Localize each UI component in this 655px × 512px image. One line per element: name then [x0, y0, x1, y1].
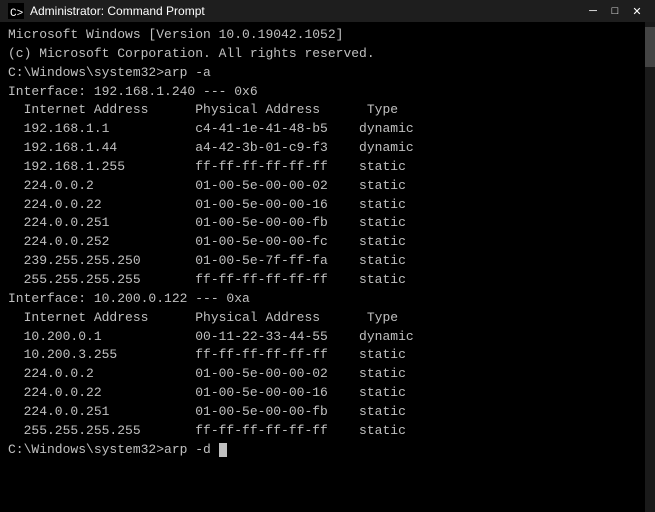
window-title: Administrator: Command Prompt: [30, 4, 205, 18]
console-line: Internet Address Physical Address Type: [8, 101, 647, 120]
console-line: 224.0.0.22 01-00-5e-00-00-16 static: [8, 196, 647, 215]
console-line: 224.0.0.2 01-00-5e-00-00-02 static: [8, 177, 647, 196]
cmd-icon: C>: [8, 3, 24, 19]
minimize-button[interactable]: ─: [583, 2, 603, 20]
console-line: Interface: 10.200.0.122 --- 0xa: [8, 290, 647, 309]
console-line: 192.168.1.1 c4-41-1e-41-48-b5 dynamic: [8, 120, 647, 139]
console-line: 10.200.0.1 00-11-22-33-44-55 dynamic: [8, 328, 647, 347]
close-button[interactable]: ✕: [627, 2, 647, 20]
console-line: Internet Address Physical Address Type: [8, 309, 647, 328]
console-line: 255.255.255.255 ff-ff-ff-ff-ff-ff static: [8, 422, 647, 441]
title-bar: C> Administrator: Command Prompt ─ □ ✕: [0, 0, 655, 22]
title-bar-controls: ─ □ ✕: [583, 2, 647, 20]
console-line: 192.168.1.255 ff-ff-ff-ff-ff-ff static: [8, 158, 647, 177]
svg-text:C>: C>: [10, 8, 23, 19]
console-line: 10.200.3.255 ff-ff-ff-ff-ff-ff static: [8, 346, 647, 365]
cursor: [219, 443, 227, 457]
console-line: 192.168.1.44 a4-42-3b-01-c9-f3 dynamic: [8, 139, 647, 158]
console-line: C:\Windows\system32>arp -d: [8, 441, 647, 460]
console-line: 224.0.0.251 01-00-5e-00-00-fb static: [8, 214, 647, 233]
console-line: C:\Windows\system32>arp -a: [8, 64, 647, 83]
console-line: (c) Microsoft Corporation. All rights re…: [8, 45, 647, 64]
scrollbar-thumb[interactable]: [645, 27, 655, 67]
console-line: Interface: 192.168.1.240 --- 0x6: [8, 83, 647, 102]
console-line: 224.0.0.22 01-00-5e-00-00-16 static: [8, 384, 647, 403]
title-bar-left: C> Administrator: Command Prompt: [8, 3, 205, 19]
maximize-button[interactable]: □: [605, 2, 625, 20]
console-output[interactable]: Microsoft Windows [Version 10.0.19042.10…: [0, 22, 655, 512]
console-line: Microsoft Windows [Version 10.0.19042.10…: [8, 26, 647, 45]
console-line: 224.0.0.2 01-00-5e-00-00-02 static: [8, 365, 647, 384]
console-line: 255.255.255.255 ff-ff-ff-ff-ff-ff static: [8, 271, 647, 290]
console-line: 224.0.0.251 01-00-5e-00-00-fb static: [8, 403, 647, 422]
console-line: 224.0.0.252 01-00-5e-00-00-fc static: [8, 233, 647, 252]
scrollbar[interactable]: [645, 22, 655, 512]
console-line: 239.255.255.250 01-00-5e-7f-ff-fa static: [8, 252, 647, 271]
